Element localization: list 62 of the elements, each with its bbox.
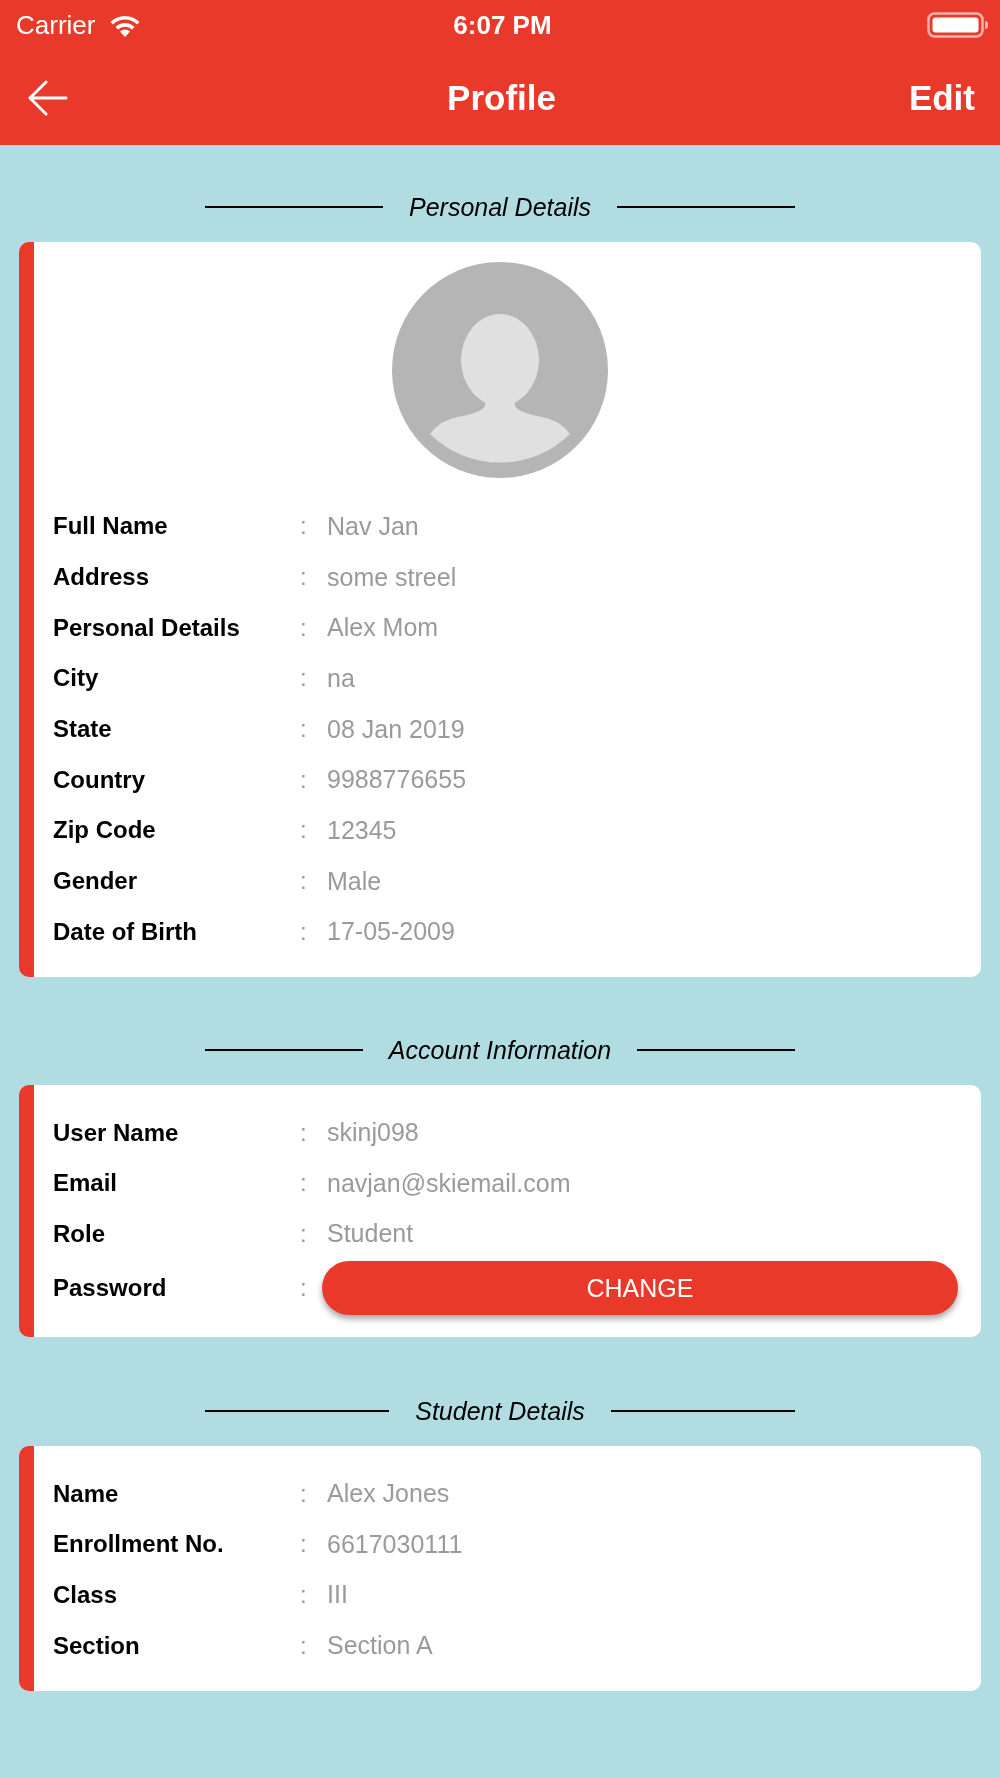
field-label: Gender (53, 869, 139, 894)
field-label: Country (53, 767, 146, 792)
back-arrow-icon (28, 79, 68, 116)
separator-text: : (300, 1276, 308, 1301)
separator-text: : (300, 1120, 308, 1145)
field-value: Student (327, 1221, 414, 1247)
field-value: 12345 (327, 817, 397, 843)
field-value: some streel (327, 564, 457, 590)
field-label: Enrollment No. (53, 1532, 225, 1557)
field-label: State (53, 717, 113, 742)
field-value: na (327, 665, 355, 691)
separator-text: : (300, 1582, 308, 1607)
field-value: Section A (327, 1633, 433, 1659)
separator-text: : (300, 869, 308, 894)
field-label: Role (53, 1221, 106, 1246)
field-value: Male (327, 868, 382, 894)
page-title: Profile (447, 80, 556, 115)
field-label: Date of Birth (53, 919, 198, 944)
field-value: navjan@skiemail.com (327, 1170, 571, 1196)
section-title: Student Details (415, 1398, 585, 1424)
field-value: 08 Jan 2019 (327, 716, 465, 742)
separator-text: : (300, 565, 308, 590)
section-title: Account Information (388, 1037, 612, 1063)
battery-icon (927, 12, 989, 38)
separator-text: : (300, 1633, 308, 1658)
field-value: skinj098 (327, 1120, 419, 1146)
field-label: Zip Code (53, 818, 157, 843)
field-value: 6617030111 (327, 1531, 463, 1557)
separator-text: : (300, 919, 308, 944)
separator-text: : (300, 1532, 308, 1557)
field-label: Class (53, 1582, 119, 1607)
separator-text: : (300, 767, 308, 792)
field-value: 9988776655 (327, 767, 467, 793)
field-label: Section (53, 1633, 141, 1658)
field-value: Nav Jan (327, 513, 419, 539)
field-label: Email (53, 1171, 119, 1196)
separator-text: : (300, 818, 308, 843)
separator-text: : (300, 717, 308, 742)
separator-text: : (300, 1171, 308, 1196)
field-label: Personal Details (53, 615, 241, 640)
wifi-icon (109, 13, 142, 37)
field-label: City (53, 666, 100, 691)
separator-text: : (300, 1221, 308, 1246)
clock-time: 6:07 PM (453, 12, 552, 38)
field-label: Name (53, 1481, 120, 1506)
change-button[interactable]: CHANGE (322, 1261, 958, 1316)
field-value: 17-05-2009 (327, 919, 455, 945)
back-button[interactable] (28, 78, 70, 117)
field-label: User Name (53, 1120, 180, 1145)
field-label: Password (53, 1276, 168, 1301)
edit-button[interactable]: Edit (908, 80, 975, 115)
field-value: III (327, 1582, 348, 1608)
field-value: Alex Jones (327, 1481, 450, 1507)
field-label: Full Name (53, 514, 169, 539)
field-label: Address (53, 565, 151, 590)
separator-text: : (300, 666, 308, 691)
separator-text: : (300, 1481, 308, 1506)
separator-text: : (300, 615, 308, 640)
carrier-label: Carrier (16, 12, 96, 38)
separator-text: : (300, 514, 308, 539)
section-title: Personal Details (409, 194, 591, 220)
field-value: Alex Mom (327, 615, 439, 641)
